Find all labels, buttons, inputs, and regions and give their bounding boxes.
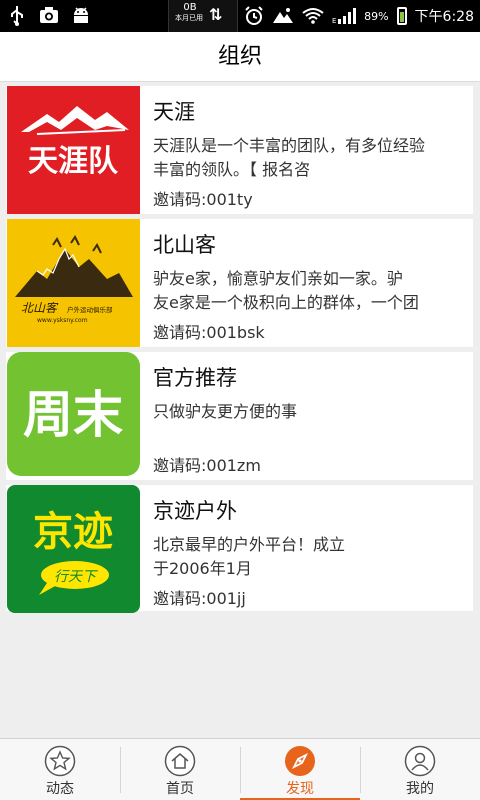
- org-invite-code: 邀请码:001ty: [153, 190, 253, 209]
- list-item[interactable]: 北山客 户外运动俱乐部 www.ysksny.com 北山客 驴友e家，愉意驴友…: [6, 219, 473, 347]
- zhoumo-tile: 周末: [7, 352, 140, 476]
- org-invite-code: 邀请码:001jj: [153, 589, 246, 608]
- battery-percent: 89%: [364, 9, 389, 23]
- camera-icon: [40, 7, 58, 23]
- jingji-logo-sub: 行天下: [54, 569, 98, 585]
- signal-icon: E: [332, 8, 357, 25]
- compass-icon: [285, 746, 315, 776]
- data-arrows-icon: ⇅: [209, 5, 223, 24]
- mountain-logo-icon: 天涯队: [21, 106, 129, 178]
- user-icon: [404, 745, 436, 777]
- jingji-logo-text: 京迹: [33, 509, 113, 555]
- org-logo-tianya: 天涯队: [7, 86, 140, 214]
- org-name: 京迹户外: [153, 499, 237, 523]
- tab-home[interactable]: 首页: [120, 739, 240, 800]
- data-usage-label: 本月已用: [175, 14, 203, 22]
- org-logo-jingji: 京迹 行天下: [7, 485, 140, 613]
- title-bar: 组织: [0, 32, 480, 82]
- android-icon: [74, 7, 88, 23]
- tab-label: 首页: [166, 781, 194, 797]
- org-invite-code: 邀请码:001zm: [153, 456, 261, 475]
- usb-icon: [11, 6, 23, 26]
- list-item[interactable]: 京迹 行天下 京迹户外 北京最早的户外平台！成立 于2006年1月 邀请码:00…: [6, 485, 473, 613]
- org-description: 北京最早的户外平台！成立 于2006年1月: [153, 535, 346, 578]
- beishan-logo-text: 北山客: [21, 301, 59, 315]
- status-left-icons: [6, 4, 92, 26]
- status-bar: 0B 本月已用 ⇅ E 89% 下午6:28: [0, 0, 480, 32]
- list-item[interactable]: 天涯队 天涯 天涯队是一个丰富的团队，有多位经验 丰富的领队。【 报名咨 邀请码…: [6, 86, 473, 214]
- org-name: 天涯: [153, 100, 195, 124]
- data-usage-value: 0B: [183, 2, 197, 13]
- alarm-icon: [245, 6, 263, 25]
- tab-label: 我的: [406, 781, 434, 797]
- page-title: 组织: [217, 44, 262, 69]
- status-right-icons: E 89% 下午6:28: [244, 0, 474, 32]
- org-description: 驴友e家，愉意驴友们亲如一家。驴 友e家是一个极积向上的群体，一个团: [153, 269, 419, 312]
- tianya-logo-text: 天涯队: [28, 145, 119, 178]
- org-logo-beishan: 北山客 户外运动俱乐部 www.ysksny.com: [7, 219, 140, 347]
- tab-mine[interactable]: 我的: [360, 739, 480, 800]
- org-name: 官方推荐: [153, 366, 237, 390]
- data-usage-indicator: 0B 本月已用 ⇅: [168, 0, 238, 32]
- weather-icon: [273, 8, 294, 23]
- star-icon: [44, 745, 76, 777]
- beishan-logo-url: www.ysksny.com: [37, 317, 88, 324]
- tab-dongtai[interactable]: 动态: [0, 739, 120, 800]
- bottom-tab-bar: 动态 首页 发现 我的: [0, 738, 480, 800]
- organization-list: 天涯队 天涯 天涯队是一个丰富的团队，有多位经验 丰富的领队。【 报名咨 邀请码…: [6, 86, 473, 616]
- home-icon: [164, 745, 196, 777]
- jingji-logo-icon: 京迹 行天下: [33, 509, 113, 595]
- list-item[interactable]: 周末 官方推荐 只做驴友更方便的事 邀请码:001zm: [6, 352, 473, 480]
- beishan-logo-sub: 户外运动俱乐部: [67, 305, 113, 314]
- battery-icon: [396, 7, 407, 25]
- org-logo-zhoumo: 周末: [7, 352, 140, 480]
- tab-label: 动态: [46, 781, 74, 797]
- clock: 下午6:28: [414, 9, 474, 25]
- zhoumo-logo-text: 周末: [23, 386, 123, 444]
- org-invite-code: 邀请码:001bsk: [153, 323, 265, 342]
- mountain-climbers-icon: 北山客 户外运动俱乐部 www.ysksny.com: [15, 235, 133, 324]
- svg-text:E: E: [332, 17, 336, 25]
- org-name: 北山客: [153, 233, 216, 257]
- org-description: 只做驴友更方便的事: [153, 402, 298, 421]
- tab-discover[interactable]: 发现: [240, 739, 360, 800]
- zhoumo-logo-icon: 周末: [23, 386, 123, 444]
- wifi-icon: [302, 8, 324, 24]
- tab-label: 发现: [286, 781, 314, 797]
- org-description: 天涯队是一个丰富的团队，有多位经验 丰富的领队。【 报名咨: [153, 136, 426, 179]
